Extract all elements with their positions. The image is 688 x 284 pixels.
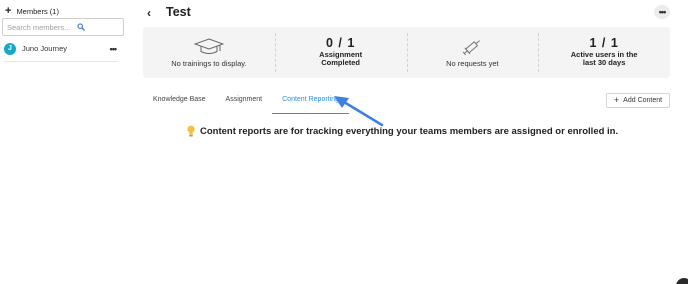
members-sidebar: + Members (1) J Juno Journey ••• [0, 0, 128, 284]
stat-value: 1 / 1 [589, 36, 619, 50]
tab-bar: Knowledge Base Assignment Content Report… [143, 90, 349, 114]
add-content-label: Add Content [623, 97, 663, 104]
member-more-button[interactable]: ••• [110, 44, 118, 54]
stat-requests: No requests yet [406, 27, 539, 78]
info-text: Content reports are for tracking everyth… [200, 125, 619, 137]
plus-icon: + [613, 95, 620, 105]
stat-label: Assignment Completed [319, 49, 363, 68]
member-name: Juno Journey [22, 44, 68, 53]
members-header[interactable]: + Members (1) [5, 6, 59, 17]
tab-assignment[interactable]: Assignment [216, 90, 273, 114]
syringe-icon [463, 39, 481, 55]
chat-bubble-icon[interactable] [676, 278, 688, 284]
info-message: Content reports are for tracking everyth… [186, 125, 618, 137]
search-members-box[interactable] [2, 18, 124, 36]
more-options-button[interactable]: ••• [654, 5, 670, 19]
page-title: Test [166, 5, 191, 19]
stat-text: No trainings to display. [171, 58, 247, 68]
add-content-button[interactable]: + Add Content [606, 93, 670, 108]
divider [4, 61, 118, 62]
lightbulb-icon [187, 125, 195, 137]
tab-knowledge-base[interactable]: Knowledge Base [143, 90, 216, 114]
search-members-input[interactable] [7, 22, 79, 32]
member-list-item[interactable]: J Juno Journey ••• [4, 40, 118, 57]
back-chevron-icon[interactable]: ‹ [147, 6, 151, 20]
stat-text: No requests yet [446, 58, 499, 68]
members-title: Members (1) [16, 7, 59, 16]
stat-trainings: No trainings to display. [143, 27, 275, 78]
search-icon[interactable] [77, 23, 85, 31]
add-member-icon[interactable]: + [5, 6, 11, 17]
stat-value: 0 / 1 [325, 36, 356, 50]
stat-label: Active users in the last 30 days [570, 49, 638, 68]
avatar: J [4, 42, 16, 55]
graduation-cap-icon [193, 37, 224, 54]
stat-active-users: 1 / 1 Active users in the last 30 days [538, 27, 670, 78]
stat-assignment: 0 / 1 Assignment Completed [274, 27, 407, 78]
stats-panel: No trainings to display. 0 / 1 Assignmen… [143, 27, 670, 78]
